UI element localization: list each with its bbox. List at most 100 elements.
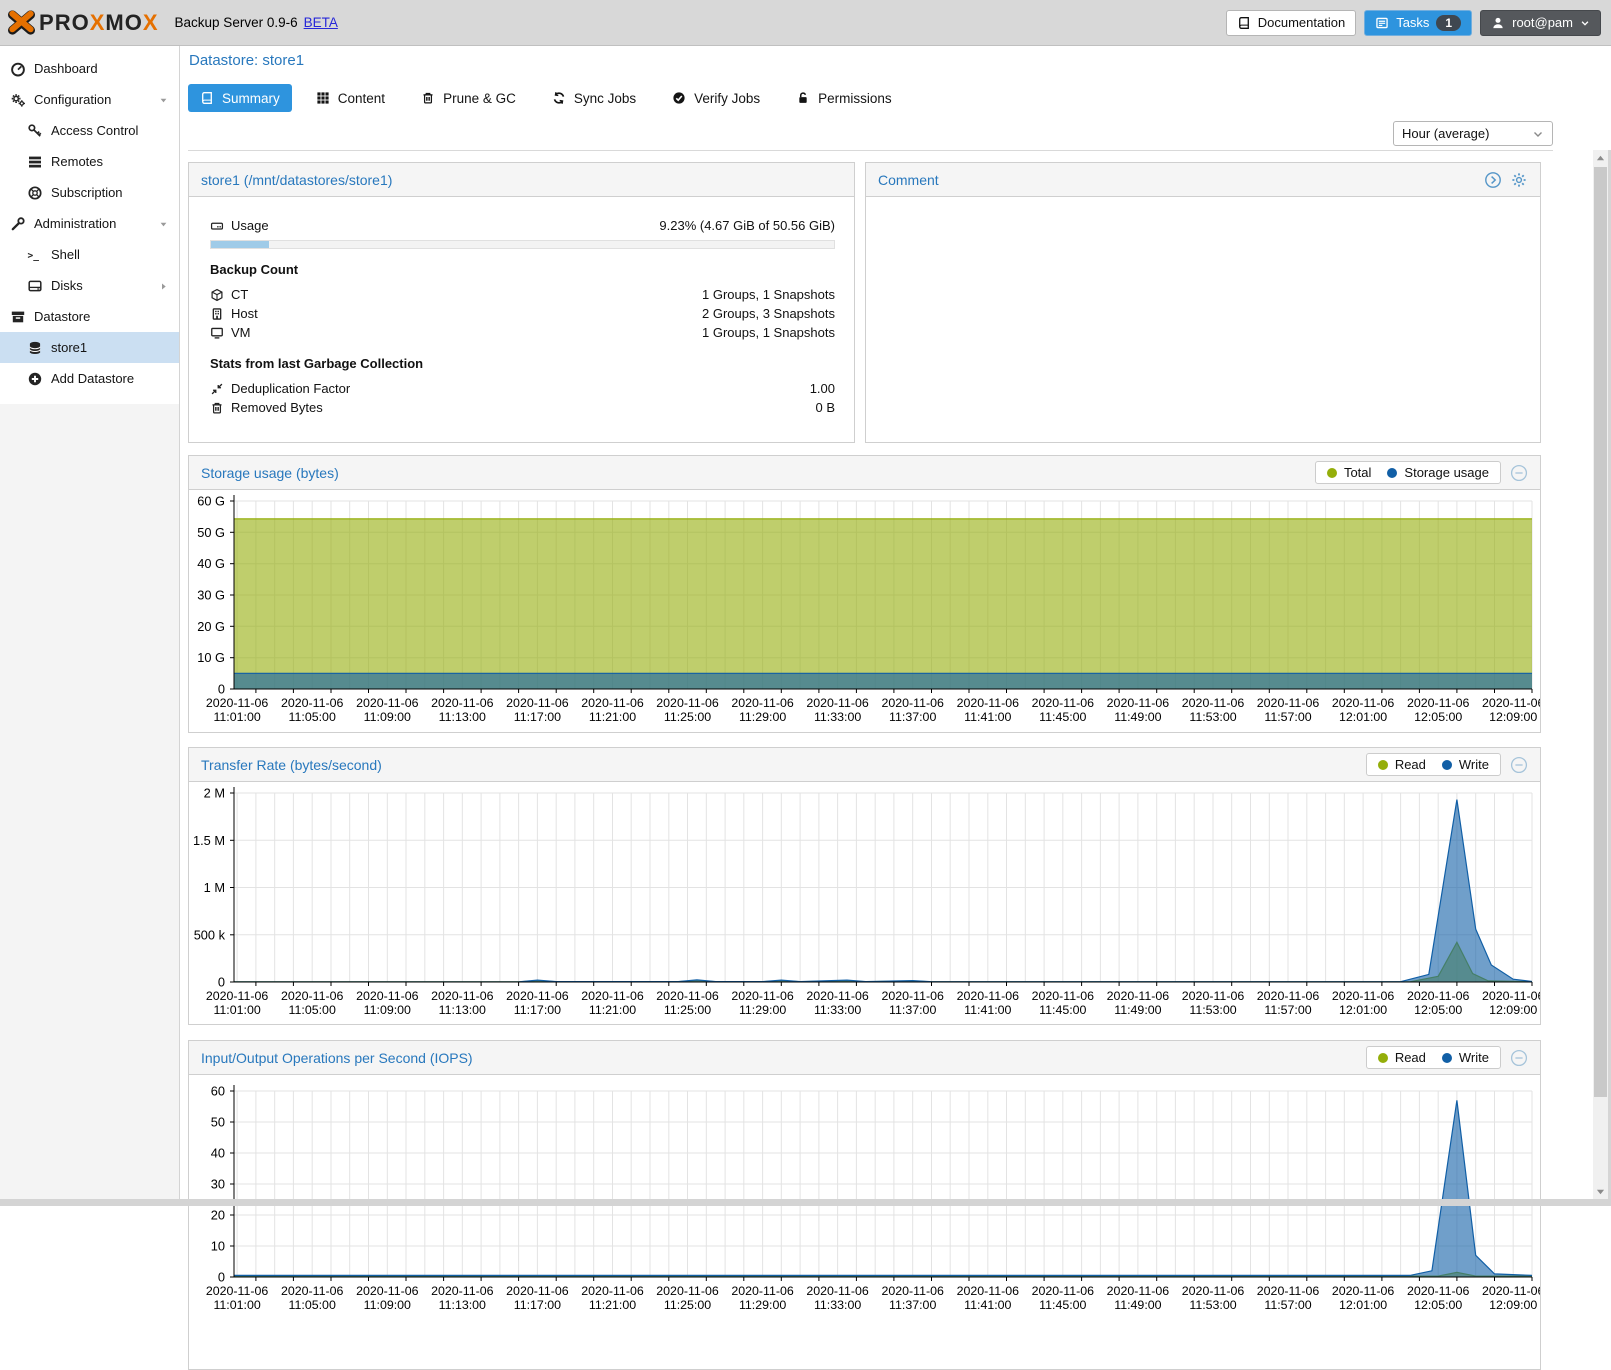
key-icon [27,123,43,139]
usage-row: Usage 9.23% (4.67 GiB of 50.56 GiB) [210,216,835,235]
sidebar-item-subscription[interactable]: Subscription [0,177,179,208]
svg-text:11:13:00: 11:13:00 [439,1298,486,1312]
archive-icon [10,309,26,325]
chevron-down-icon [1532,128,1544,140]
tab-label: Sync Jobs [574,91,636,106]
svg-text:11:33:00: 11:33:00 [814,1298,861,1312]
svg-text:2020-11-06: 2020-11-06 [731,1284,794,1298]
sidebar-item-label: Shell [51,247,80,262]
book-icon [200,91,214,105]
svg-text:11:01:00: 11:01:00 [213,710,260,724]
svg-text:500 k: 500 k [194,927,226,942]
sidebar-item-access-control[interactable]: Access Control [0,115,179,146]
svg-text:11:09:00: 11:09:00 [364,710,411,724]
beta-link[interactable]: BETA [304,15,338,30]
stat-value: 0 B [815,400,835,415]
tasks-button[interactable]: Tasks 1 [1364,10,1472,36]
vertical-scrollbar[interactable] [1593,150,1608,1199]
scroll-down-arrow[interactable] [1593,1183,1608,1199]
expand-caret-icon[interactable] [158,280,169,291]
svg-text:11:33:00: 11:33:00 [814,710,861,724]
svg-text:2020-11-06: 2020-11-06 [806,989,869,1003]
user-menu-button[interactable]: root@pam [1480,10,1601,36]
sync-icon [552,91,566,105]
tab-verify-jobs[interactable]: Verify Jobs [660,84,772,112]
time-range-select[interactable]: Hour (average) [1393,121,1553,146]
proxmox-x-icon [8,9,35,36]
svg-text:11:57:00: 11:57:00 [1264,710,1311,724]
storage-usage-header: Storage usage (bytes) TotalStorage usage [189,456,1540,490]
edit-circle-chevron-icon[interactable] [1484,171,1502,189]
cube-icon [210,288,224,302]
svg-text:2020-11-06: 2020-11-06 [731,989,794,1003]
stat-label: Deduplication Factor [231,381,350,396]
svg-text:2020-11-06: 2020-11-06 [1032,696,1095,710]
datastore-summary-header: store1 (/mnt/datastores/store1) [189,163,854,197]
tab-label: Summary [222,91,280,106]
check-circle-icon [672,91,686,105]
legend-label: Write [1459,757,1489,772]
tab-label: Prune & GC [443,91,516,106]
svg-text:50: 50 [211,1115,225,1130]
tab-permissions[interactable]: Permissions [784,84,904,112]
legend-dot-icon [1442,1053,1452,1063]
svg-text:11:45:00: 11:45:00 [1039,1298,1086,1312]
sidebar-item-disks[interactable]: Disks [0,270,179,301]
sidebar-item-administration[interactable]: Administration [0,208,179,239]
scroll-up-arrow[interactable] [1593,150,1608,166]
svg-text:11:49:00: 11:49:00 [1114,1298,1161,1312]
svg-text:2020-11-06: 2020-11-06 [506,989,569,1003]
page-title: Datastore: store1 [189,52,304,69]
tab-content[interactable]: Content [304,84,397,112]
toolbar-separator [188,150,1553,151]
svg-text:11:49:00: 11:49:00 [1114,1003,1161,1017]
comment-title: Comment [878,172,939,188]
sidebar-item-shell[interactable]: >_ Shell [0,239,179,270]
collapse-panel-icon[interactable] [1510,1049,1528,1067]
sidebar-item-datastore[interactable]: Datastore [0,301,179,332]
legend-item-read: Read [1378,757,1426,772]
tab-summary[interactable]: Summary [188,84,292,112]
sidebar-item-store1[interactable]: store1 [0,332,179,363]
tab-prune-gc[interactable]: Prune & GC [409,84,528,112]
legend-dot-icon [1378,1053,1388,1063]
svg-text:11:21:00: 11:21:00 [589,1003,636,1017]
plus-circle-icon [27,371,43,387]
sidebar-item-add-datastore[interactable]: Add Datastore [0,363,179,394]
svg-text:2020-11-06: 2020-11-06 [281,1284,344,1298]
collapse-panel-icon[interactable] [1510,464,1528,482]
gear-icon[interactable] [1510,171,1528,189]
svg-text:11:09:00: 11:09:00 [364,1298,411,1312]
stat-value: 2 Groups, 3 Snapshots [702,306,835,321]
svg-text:2020-11-06: 2020-11-06 [1182,1284,1245,1298]
collapse-caret-icon[interactable] [158,218,169,229]
tab-sync-jobs[interactable]: Sync Jobs [540,84,648,112]
collapse-caret-icon[interactable] [158,94,169,105]
svg-text:2020-11-06: 2020-11-06 [1182,989,1245,1003]
unlock-icon [796,91,810,105]
svg-text:>_: >_ [28,250,40,261]
svg-text:12:09:00: 12:09:00 [1489,1003,1537,1017]
sidebar-item-remotes[interactable]: Remotes [0,146,179,177]
sidebar-item-label: Subscription [51,185,123,200]
sidebar-item-configuration[interactable]: Configuration [0,84,179,115]
stat-row: Deduplication Factor1.00 [210,379,835,398]
documentation-button[interactable]: Documentation [1226,10,1356,36]
svg-text:11:29:00: 11:29:00 [739,1298,786,1312]
svg-text:2020-11-06: 2020-11-06 [1257,1284,1320,1298]
svg-text:11:09:00: 11:09:00 [364,1003,411,1017]
svg-text:2020-11-06: 2020-11-06 [581,989,644,1003]
sidebar-item-dashboard[interactable]: Dashboard [0,53,179,84]
svg-text:60: 60 [211,1084,225,1099]
app-header: PROXMOX Backup Server 0.9-6 BETA Documen… [0,0,1611,46]
svg-text:50 G: 50 G [197,525,225,540]
svg-text:1 M: 1 M [204,880,225,895]
collapse-panel-icon[interactable] [1510,756,1528,774]
svg-text:11:17:00: 11:17:00 [514,1298,561,1312]
svg-text:11:05:00: 11:05:00 [289,1298,336,1312]
legend-dot-icon [1442,760,1452,770]
svg-text:2020-11-06: 2020-11-06 [356,989,419,1003]
storage-usage-panel: Storage usage (bytes) TotalStorage usage… [188,455,1541,733]
scrollbar-thumb[interactable] [1594,167,1607,1097]
svg-text:2020-11-06: 2020-11-06 [1107,989,1170,1003]
